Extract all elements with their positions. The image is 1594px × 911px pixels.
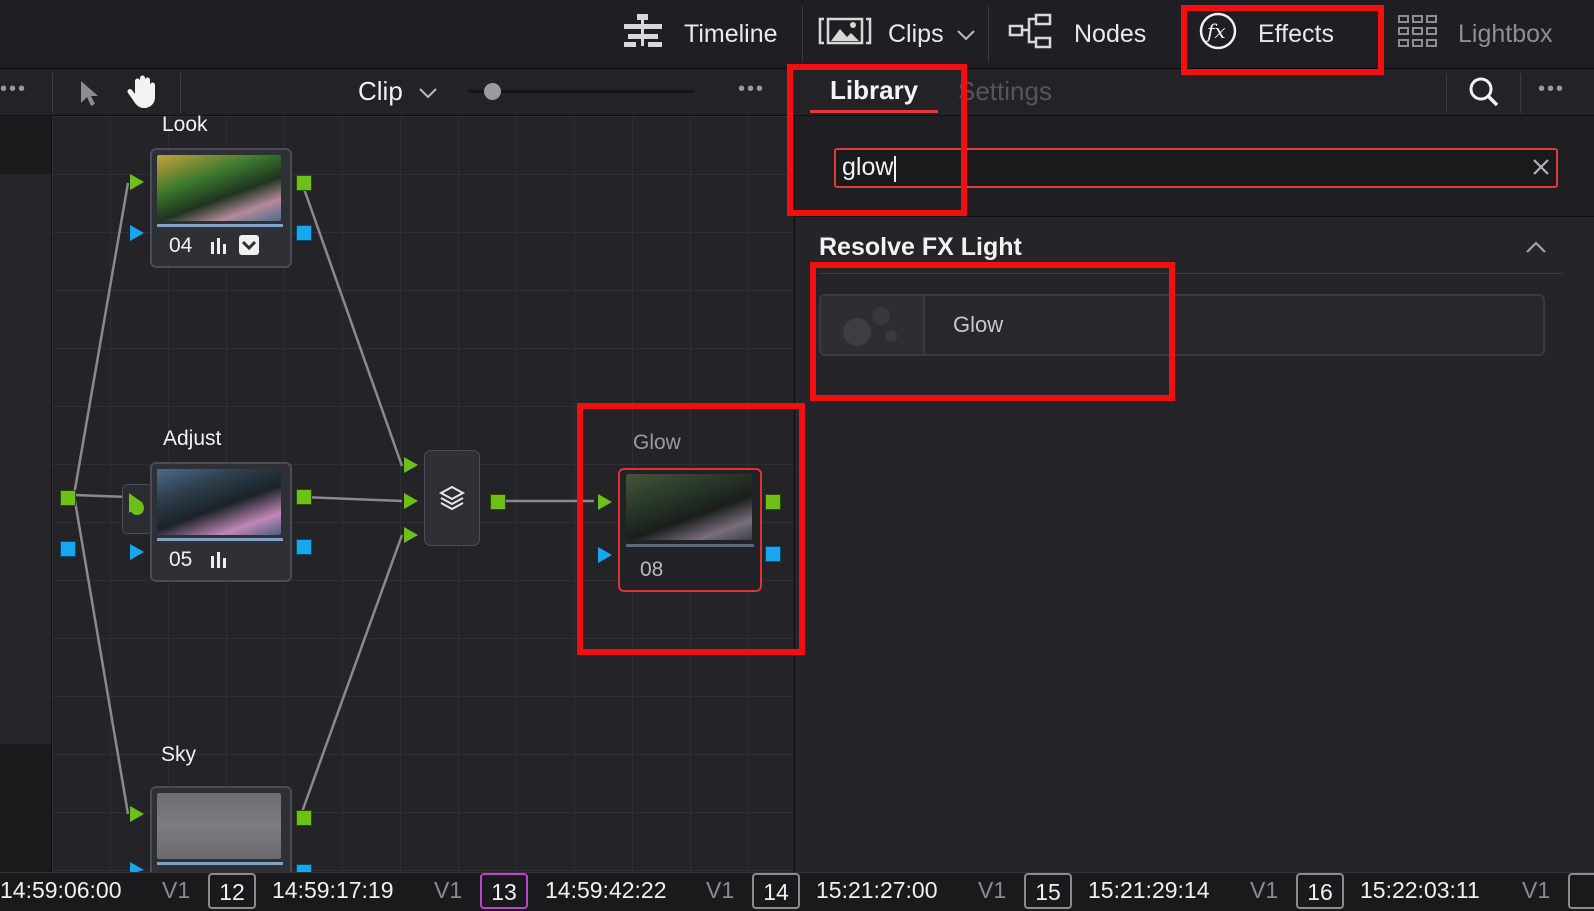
mixer-input-port[interactable] — [404, 493, 418, 509]
clip-timecode: 15:21:29:14 — [1088, 877, 1210, 903]
clip-track: V1 — [162, 877, 191, 903]
node-thumbnail — [157, 469, 281, 535]
nodes-button[interactable]: Nodes — [1008, 10, 1146, 58]
clip-number-badge[interactable]: 15 — [1024, 873, 1072, 909]
nodes-label: Nodes — [1074, 19, 1147, 48]
divider — [1446, 73, 1447, 113]
node-number: 05 — [169, 548, 193, 571]
clip-timecode: 15:21:27:00 — [816, 877, 938, 903]
clear-search-icon[interactable] — [1530, 156, 1552, 183]
node-alpha-output-port[interactable] — [296, 225, 312, 241]
clip-timecode: 15:22:03:11 — [1360, 877, 1480, 903]
node-label-look: Look — [162, 113, 208, 136]
more-options-icon[interactable]: ••• — [1538, 78, 1565, 101]
rgb-channels-icon — [210, 236, 228, 259]
connection-line — [72, 494, 130, 815]
clip-track: V1 — [1522, 877, 1551, 903]
node-output-port[interactable] — [296, 175, 312, 191]
divider — [1520, 73, 1521, 113]
clip-track: V1 — [1250, 877, 1279, 903]
node-bypass-toggle[interactable] — [122, 484, 152, 534]
chevron-down-icon — [956, 20, 976, 49]
node-input-port[interactable] — [130, 174, 144, 190]
lightbox-label: Lightbox — [1458, 19, 1553, 48]
node-alpha-output-port[interactable] — [296, 539, 312, 555]
clip-track: V1 — [978, 877, 1007, 903]
clip-number-badge[interactable] — [1568, 873, 1594, 909]
node-label-adjust: Adjust — [163, 427, 222, 450]
node-thumbnail — [157, 793, 281, 859]
nodes-icon — [1008, 13, 1054, 56]
layer-mixer-node[interactable] — [424, 450, 480, 546]
mixer-input-port[interactable] — [404, 457, 418, 473]
section-title[interactable]: Resolve FX Light — [819, 233, 1022, 262]
search-icon[interactable] — [1468, 76, 1500, 113]
rgb-channels-icon — [210, 550, 228, 573]
highlight-effects-button — [1181, 5, 1384, 75]
node-progress-bar — [157, 862, 283, 865]
node-input-port[interactable] — [130, 806, 144, 822]
node-label-sky: Sky — [161, 743, 197, 766]
clip-number-badge[interactable]: 12 — [208, 873, 256, 909]
clip-number-badge[interactable]: 16 — [1296, 873, 1344, 909]
divider — [795, 216, 1594, 217]
node-progress-bar — [157, 224, 283, 227]
cache-checkbox-icon[interactable] — [238, 234, 260, 261]
connection-line — [300, 182, 404, 467]
node-sky[interactable] — [150, 786, 292, 874]
clip-number-badge[interactable]: 14 — [752, 873, 800, 909]
node-thumbnail — [157, 155, 281, 221]
source-output-port[interactable] — [60, 490, 76, 506]
divider — [988, 6, 989, 62]
node-key-input-port[interactable] — [130, 225, 144, 241]
clip-timecode: 14:59:42:22 — [545, 877, 667, 903]
highlight-library-search — [787, 64, 967, 216]
node-number: 04 — [169, 234, 193, 257]
connection-line — [300, 534, 404, 813]
clip-track: V1 — [434, 877, 463, 903]
clip-number-badge-selected[interactable]: 13 — [480, 873, 528, 909]
highlight-glow-node — [577, 403, 805, 655]
chevron-up-icon[interactable] — [1525, 240, 1547, 259]
clip-timeline-strip: 14:59:06:00 V1 12 14:59:17:19 V1 13 14:5… — [0, 872, 1594, 911]
clips-label: Clips — [888, 19, 944, 48]
clip-track: V1 — [706, 877, 735, 903]
connection-line — [73, 493, 129, 499]
node-key-input-port[interactable] — [130, 544, 144, 560]
clips-button[interactable]: Clips — [818, 10, 976, 58]
clip-timecode: 14:59:17:19 — [272, 877, 394, 903]
effects-library-panel: glow Resolve FX Light Glow — [794, 116, 1594, 872]
clips-icon — [818, 16, 872, 53]
mixer-output-port[interactable] — [490, 494, 506, 510]
connection-line — [301, 495, 403, 503]
layers-icon — [438, 485, 466, 516]
node-output-port[interactable] — [296, 489, 312, 505]
node-progress-bar — [157, 538, 283, 541]
node-05-adjust[interactable]: 05 — [150, 462, 292, 582]
highlight-glow-effect — [810, 262, 1175, 401]
lightbox-button[interactable]: Lightbox — [1398, 10, 1553, 58]
grid-icon — [1398, 14, 1438, 54]
divider — [802, 6, 803, 62]
mixer-input-port[interactable] — [404, 527, 418, 543]
connection-line — [72, 182, 130, 496]
source-alpha-port[interactable] — [60, 541, 76, 557]
tab-settings[interactable]: Settings — [958, 76, 1052, 107]
node-output-port[interactable] — [296, 810, 312, 826]
clip-timecode: 14:59:06:00 — [0, 877, 122, 903]
node-04-look[interactable]: 04 — [150, 148, 292, 268]
